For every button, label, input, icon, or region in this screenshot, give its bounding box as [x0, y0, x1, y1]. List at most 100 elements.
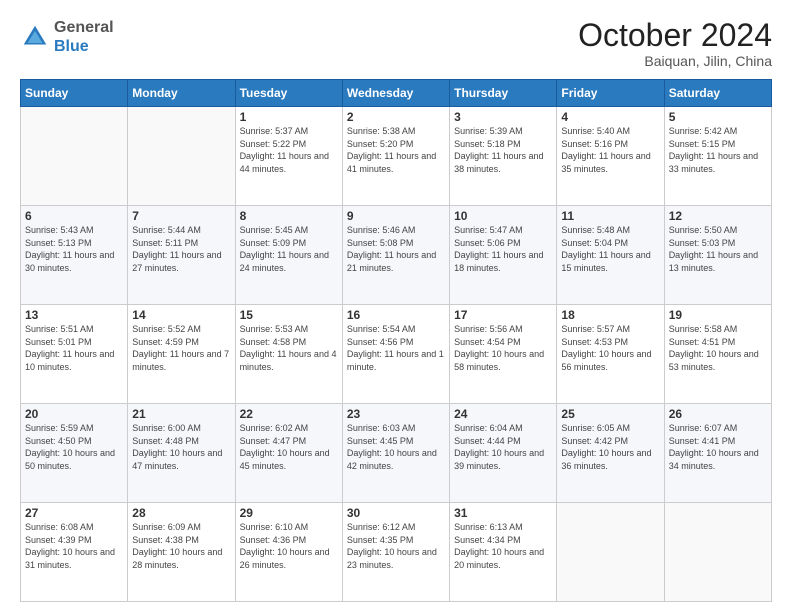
day-number: 6: [25, 209, 123, 223]
day-number: 8: [240, 209, 338, 223]
day-cell: 26Sunrise: 6:07 AM Sunset: 4:41 PM Dayli…: [664, 404, 771, 503]
month-title: October 2024: [578, 18, 772, 53]
day-number: 13: [25, 308, 123, 322]
logo-general: General: [54, 19, 114, 36]
day-info: Sunrise: 6:13 AM Sunset: 4:34 PM Dayligh…: [454, 521, 552, 571]
day-header-friday: Friday: [557, 80, 664, 107]
day-info: Sunrise: 5:45 AM Sunset: 5:09 PM Dayligh…: [240, 224, 338, 274]
day-info: Sunrise: 6:05 AM Sunset: 4:42 PM Dayligh…: [561, 422, 659, 472]
day-cell: 3Sunrise: 5:39 AM Sunset: 5:18 PM Daylig…: [450, 107, 557, 206]
day-number: 3: [454, 110, 552, 124]
day-number: 12: [669, 209, 767, 223]
calendar-table: SundayMondayTuesdayWednesdayThursdayFrid…: [20, 79, 772, 602]
day-info: Sunrise: 5:48 AM Sunset: 5:04 PM Dayligh…: [561, 224, 659, 274]
day-info: Sunrise: 5:38 AM Sunset: 5:20 PM Dayligh…: [347, 125, 445, 175]
week-row-4: 20Sunrise: 5:59 AM Sunset: 4:50 PM Dayli…: [21, 404, 772, 503]
day-info: Sunrise: 5:42 AM Sunset: 5:15 PM Dayligh…: [669, 125, 767, 175]
day-number: 15: [240, 308, 338, 322]
day-cell: [557, 503, 664, 602]
day-cell: 25Sunrise: 6:05 AM Sunset: 4:42 PM Dayli…: [557, 404, 664, 503]
week-row-2: 6Sunrise: 5:43 AM Sunset: 5:13 PM Daylig…: [21, 206, 772, 305]
day-number: 5: [669, 110, 767, 124]
day-number: 1: [240, 110, 338, 124]
day-header-monday: Monday: [128, 80, 235, 107]
day-number: 28: [132, 506, 230, 520]
day-header-sunday: Sunday: [21, 80, 128, 107]
day-number: 9: [347, 209, 445, 223]
day-info: Sunrise: 5:44 AM Sunset: 5:11 PM Dayligh…: [132, 224, 230, 274]
day-info: Sunrise: 6:12 AM Sunset: 4:35 PM Dayligh…: [347, 521, 445, 571]
day-number: 22: [240, 407, 338, 421]
day-info: Sunrise: 6:03 AM Sunset: 4:45 PM Dayligh…: [347, 422, 445, 472]
day-cell: 22Sunrise: 6:02 AM Sunset: 4:47 PM Dayli…: [235, 404, 342, 503]
day-cell: 2Sunrise: 5:38 AM Sunset: 5:20 PM Daylig…: [342, 107, 449, 206]
logo-icon: [20, 22, 50, 52]
day-header-tuesday: Tuesday: [235, 80, 342, 107]
day-info: Sunrise: 6:04 AM Sunset: 4:44 PM Dayligh…: [454, 422, 552, 472]
day-cell: 31Sunrise: 6:13 AM Sunset: 4:34 PM Dayli…: [450, 503, 557, 602]
day-number: 11: [561, 209, 659, 223]
day-cell: 1Sunrise: 5:37 AM Sunset: 5:22 PM Daylig…: [235, 107, 342, 206]
day-cell: 5Sunrise: 5:42 AM Sunset: 5:15 PM Daylig…: [664, 107, 771, 206]
day-info: Sunrise: 5:37 AM Sunset: 5:22 PM Dayligh…: [240, 125, 338, 175]
location: Baiquan, Jilin, China: [578, 53, 772, 69]
day-info: Sunrise: 5:54 AM Sunset: 4:56 PM Dayligh…: [347, 323, 445, 373]
week-row-1: 1Sunrise: 5:37 AM Sunset: 5:22 PM Daylig…: [21, 107, 772, 206]
day-number: 10: [454, 209, 552, 223]
day-number: 14: [132, 308, 230, 322]
day-cell: 13Sunrise: 5:51 AM Sunset: 5:01 PM Dayli…: [21, 305, 128, 404]
logo-text: General Blue: [54, 18, 114, 56]
day-header-saturday: Saturday: [664, 80, 771, 107]
day-number: 7: [132, 209, 230, 223]
day-cell: 11Sunrise: 5:48 AM Sunset: 5:04 PM Dayli…: [557, 206, 664, 305]
day-number: 26: [669, 407, 767, 421]
day-info: Sunrise: 5:58 AM Sunset: 4:51 PM Dayligh…: [669, 323, 767, 373]
day-cell: 7Sunrise: 5:44 AM Sunset: 5:11 PM Daylig…: [128, 206, 235, 305]
day-cell: 8Sunrise: 5:45 AM Sunset: 5:09 PM Daylig…: [235, 206, 342, 305]
day-cell: 18Sunrise: 5:57 AM Sunset: 4:53 PM Dayli…: [557, 305, 664, 404]
day-cell: 20Sunrise: 5:59 AM Sunset: 4:50 PM Dayli…: [21, 404, 128, 503]
day-info: Sunrise: 5:56 AM Sunset: 4:54 PM Dayligh…: [454, 323, 552, 373]
day-info: Sunrise: 5:40 AM Sunset: 5:16 PM Dayligh…: [561, 125, 659, 175]
week-row-3: 13Sunrise: 5:51 AM Sunset: 5:01 PM Dayli…: [21, 305, 772, 404]
day-info: Sunrise: 5:53 AM Sunset: 4:58 PM Dayligh…: [240, 323, 338, 373]
day-number: 2: [347, 110, 445, 124]
logo-blue: Blue: [54, 38, 89, 55]
day-cell: 21Sunrise: 6:00 AM Sunset: 4:48 PM Dayli…: [128, 404, 235, 503]
header: General Blue October 2024 Baiquan, Jilin…: [20, 18, 772, 69]
day-number: 23: [347, 407, 445, 421]
day-info: Sunrise: 6:00 AM Sunset: 4:48 PM Dayligh…: [132, 422, 230, 472]
day-info: Sunrise: 5:52 AM Sunset: 4:59 PM Dayligh…: [132, 323, 230, 373]
day-cell: 4Sunrise: 5:40 AM Sunset: 5:16 PM Daylig…: [557, 107, 664, 206]
day-number: 24: [454, 407, 552, 421]
day-cell: 10Sunrise: 5:47 AM Sunset: 5:06 PM Dayli…: [450, 206, 557, 305]
day-number: 31: [454, 506, 552, 520]
day-cell: 19Sunrise: 5:58 AM Sunset: 4:51 PM Dayli…: [664, 305, 771, 404]
day-number: 21: [132, 407, 230, 421]
day-cell: 27Sunrise: 6:08 AM Sunset: 4:39 PM Dayli…: [21, 503, 128, 602]
day-cell: 6Sunrise: 5:43 AM Sunset: 5:13 PM Daylig…: [21, 206, 128, 305]
day-number: 25: [561, 407, 659, 421]
day-cell: 17Sunrise: 5:56 AM Sunset: 4:54 PM Dayli…: [450, 305, 557, 404]
day-info: Sunrise: 5:50 AM Sunset: 5:03 PM Dayligh…: [669, 224, 767, 274]
day-number: 29: [240, 506, 338, 520]
day-header-thursday: Thursday: [450, 80, 557, 107]
day-cell: [664, 503, 771, 602]
day-number: 30: [347, 506, 445, 520]
day-cell: 14Sunrise: 5:52 AM Sunset: 4:59 PM Dayli…: [128, 305, 235, 404]
day-number: 18: [561, 308, 659, 322]
day-header-wednesday: Wednesday: [342, 80, 449, 107]
day-info: Sunrise: 6:09 AM Sunset: 4:38 PM Dayligh…: [132, 521, 230, 571]
day-cell: 24Sunrise: 6:04 AM Sunset: 4:44 PM Dayli…: [450, 404, 557, 503]
day-number: 27: [25, 506, 123, 520]
title-area: October 2024 Baiquan, Jilin, China: [578, 18, 772, 69]
day-info: Sunrise: 5:47 AM Sunset: 5:06 PM Dayligh…: [454, 224, 552, 274]
day-info: Sunrise: 6:07 AM Sunset: 4:41 PM Dayligh…: [669, 422, 767, 472]
day-cell: 28Sunrise: 6:09 AM Sunset: 4:38 PM Dayli…: [128, 503, 235, 602]
page: General Blue October 2024 Baiquan, Jilin…: [0, 0, 792, 612]
day-info: Sunrise: 5:39 AM Sunset: 5:18 PM Dayligh…: [454, 125, 552, 175]
week-row-5: 27Sunrise: 6:08 AM Sunset: 4:39 PM Dayli…: [21, 503, 772, 602]
day-cell: [128, 107, 235, 206]
day-info: Sunrise: 6:08 AM Sunset: 4:39 PM Dayligh…: [25, 521, 123, 571]
day-info: Sunrise: 6:10 AM Sunset: 4:36 PM Dayligh…: [240, 521, 338, 571]
